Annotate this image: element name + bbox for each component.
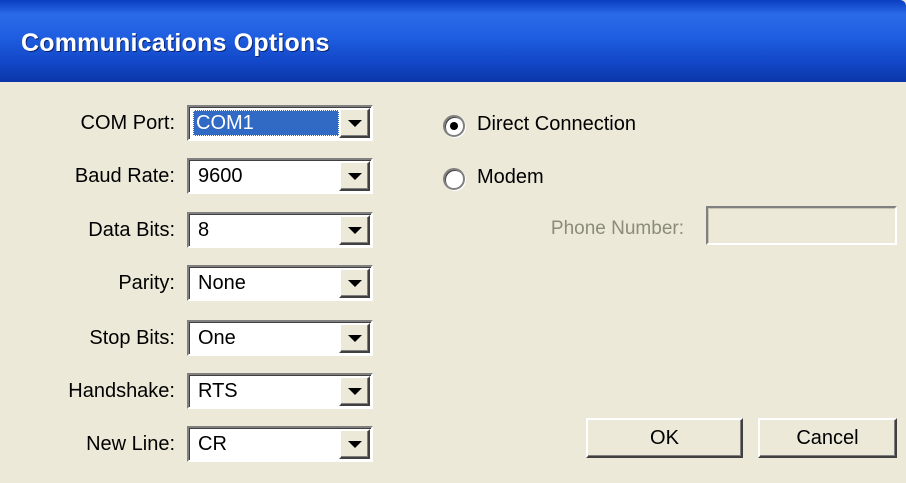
com-port-label: COM Port: [80, 112, 175, 134]
cancel-button[interactable]: Cancel [758, 418, 897, 458]
dialog-title: Communications Options [21, 29, 330, 57]
new-line-value: CR [198, 433, 227, 455]
modem-label[interactable]: Modem [477, 166, 544, 189]
data-bits-label: Data Bits: [88, 219, 175, 241]
radio-icon[interactable] [443, 168, 465, 190]
dialog-body: COM Port: COM1 Baud Rate: 9600 Data Bits… [0, 82, 906, 483]
baud-rate-dropdown-button[interactable] [339, 161, 370, 191]
new-line-dropdown-button[interactable] [339, 429, 370, 459]
baud-rate-label: Baud Rate: [74, 165, 175, 187]
com-port-select[interactable]: COM1 [187, 105, 373, 141]
stop-bits-select[interactable]: One [187, 320, 373, 356]
communications-options-dialog: Communications Options COM Port: COM1 Ba… [0, 0, 906, 483]
data-bits-value: 8 [198, 219, 210, 241]
stop-bits-label: Stop Bits: [89, 327, 175, 349]
chevron-down-icon [348, 280, 362, 287]
chevron-down-icon [348, 173, 362, 180]
direct-connection-label[interactable]: Direct Connection [477, 113, 636, 136]
parity-select[interactable]: None [187, 265, 373, 301]
new-line-label: New Line: [86, 433, 175, 455]
handshake-label: Handshake: [68, 380, 175, 402]
radio-selected-dot [450, 122, 458, 130]
chevron-down-icon [348, 335, 362, 342]
phone-number-label: Phone Number: [550, 218, 684, 239]
phone-number-input [706, 206, 897, 245]
new-line-select[interactable]: CR [187, 426, 373, 462]
stop-bits-dropdown-button[interactable] [339, 323, 370, 353]
data-bits-dropdown-button[interactable] [339, 215, 370, 245]
handshake-dropdown-button[interactable] [339, 376, 370, 406]
com-port-dropdown-button[interactable] [339, 108, 370, 138]
chevron-down-icon [348, 388, 362, 395]
parity-value: None [198, 272, 246, 294]
baud-rate-value: 9600 [198, 165, 243, 187]
ok-button[interactable]: OK [586, 418, 743, 458]
handshake-value: RTS [198, 380, 238, 402]
chevron-down-icon [348, 441, 362, 448]
chevron-down-icon [348, 120, 362, 127]
handshake-select[interactable]: RTS [187, 373, 373, 409]
com-port-value: COM1 [193, 110, 339, 136]
chevron-down-icon [348, 227, 362, 234]
parity-dropdown-button[interactable] [339, 268, 370, 298]
parity-label: Parity: [118, 272, 175, 294]
baud-rate-select[interactable]: 9600 [187, 158, 373, 194]
data-bits-select[interactable]: 8 [187, 212, 373, 248]
radio-icon[interactable] [443, 115, 465, 137]
title-bar[interactable]: Communications Options [0, 0, 906, 82]
stop-bits-value: One [198, 327, 236, 349]
